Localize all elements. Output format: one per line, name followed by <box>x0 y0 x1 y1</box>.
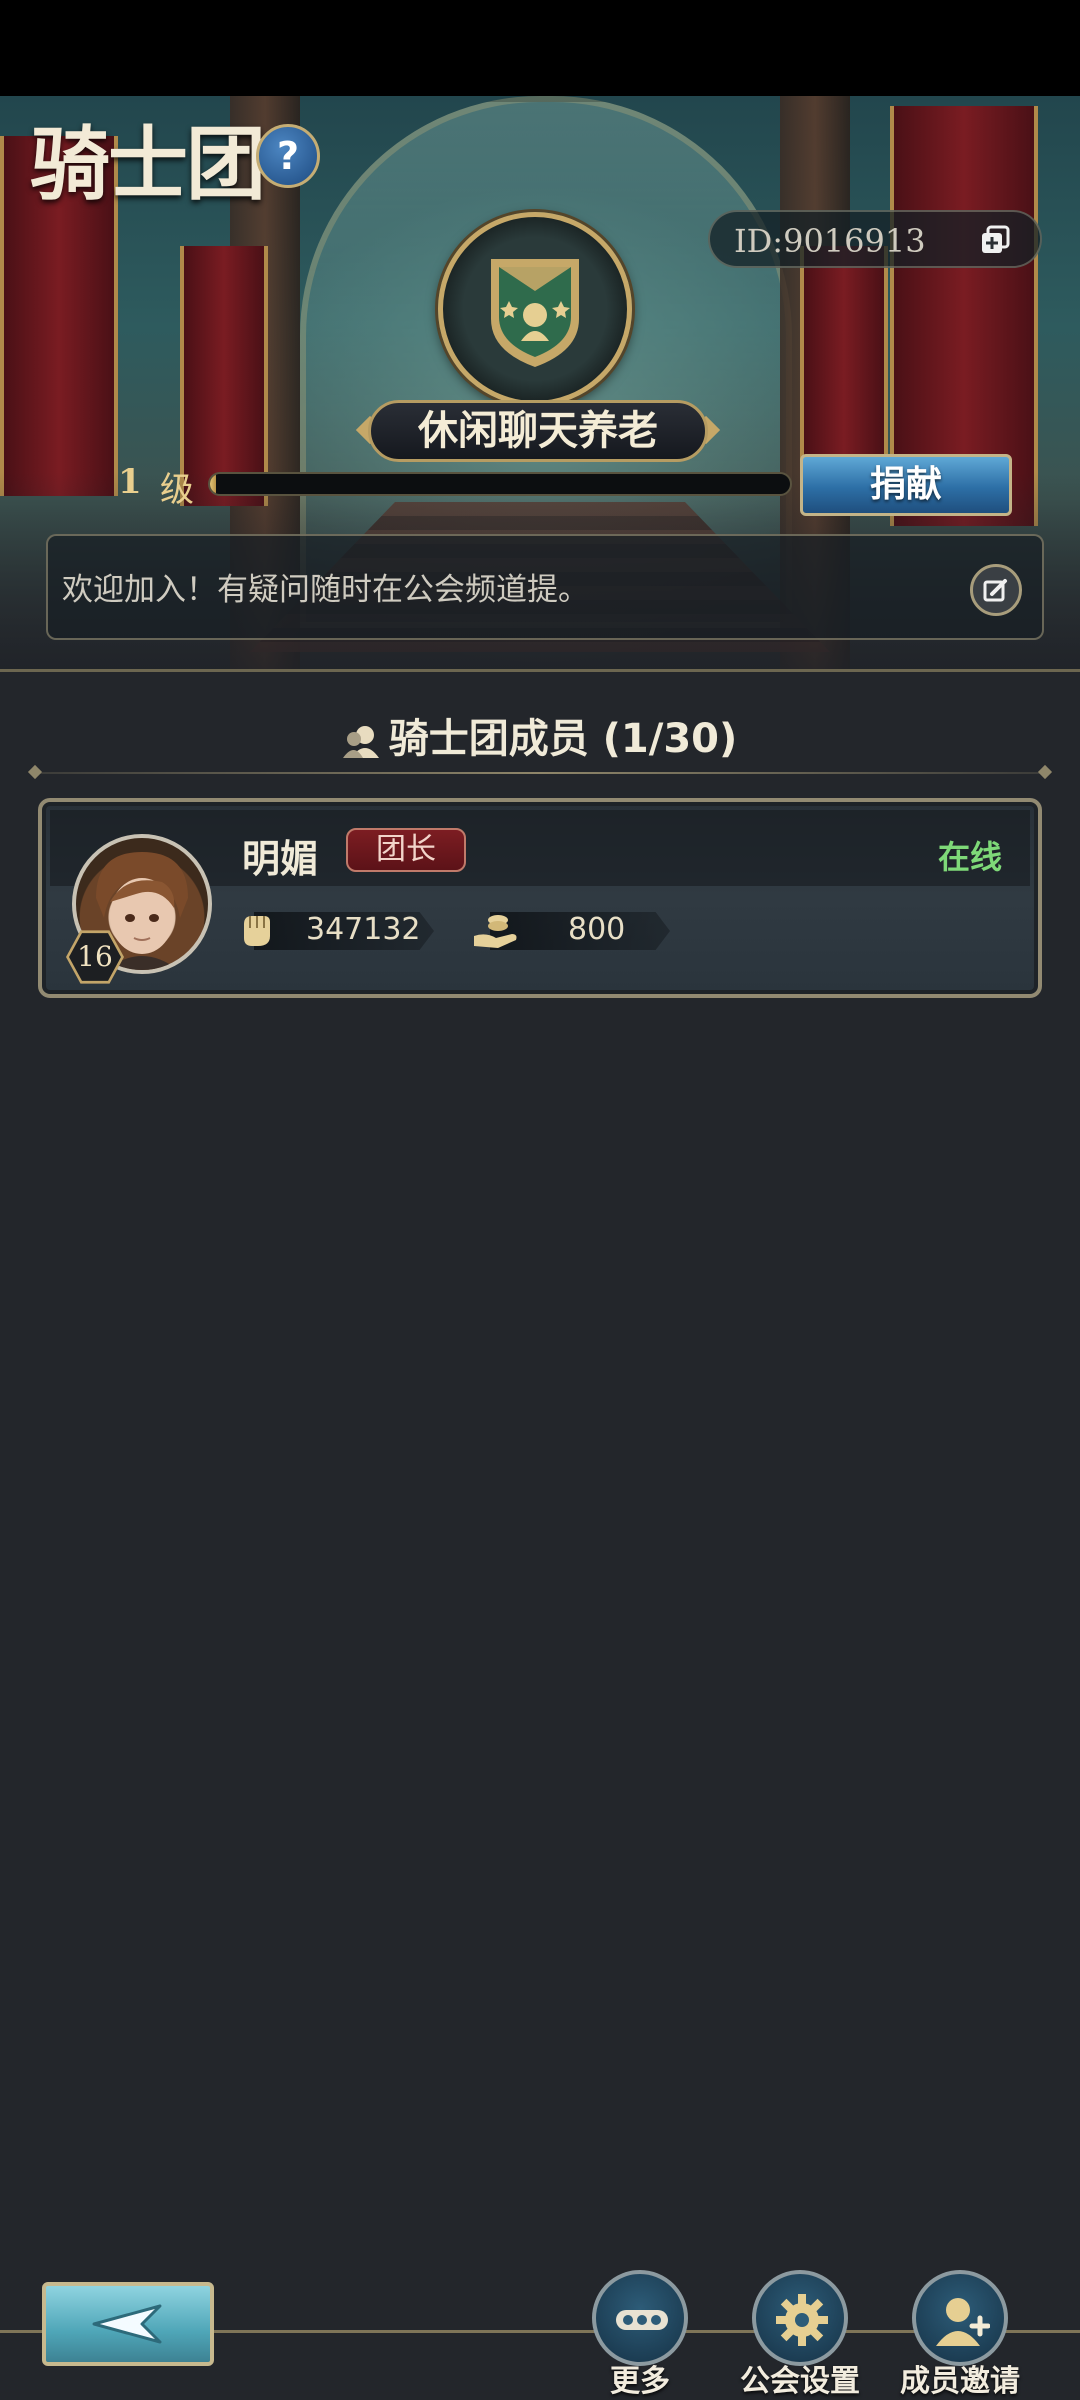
guild-level-number: 1 <box>118 462 142 502</box>
member-name: 明媚 <box>242 837 319 881</box>
member-status: 在线 <box>937 838 1002 876</box>
nav-more-label: 更多 <box>610 2364 670 2399</box>
donate-button[interactable]: 捐献 <box>800 454 1012 516</box>
back-button[interactable] <box>42 2282 214 2366</box>
guild-name: 休闲聊天养老 <box>368 400 708 462</box>
guild-id: ID:9016913 <box>734 222 926 260</box>
member-contribution: 800 <box>568 912 626 947</box>
status-bar <box>0 0 1080 96</box>
section-divider <box>30 772 1050 774</box>
guild-emblem <box>438 212 632 406</box>
nav-invite-member-circle <box>912 2270 1008 2366</box>
edit-announcement-button[interactable] <box>970 564 1022 616</box>
members-section-title: 骑士团成员 (1/30) <box>0 706 1080 764</box>
invite-member-icon <box>936 2298 990 2346</box>
nav-guild-settings-button[interactable]: 公会设置 <box>730 2270 870 2399</box>
member-power-stat: 347132 <box>236 910 436 950</box>
divider-ornament-right <box>1037 764 1053 780</box>
guild-screen: 骑士团 ? ID:9016913 休闲聊天养老 1 级 捐献 欢迎加入！有疑问随… <box>0 0 1080 2400</box>
guild-level-unit: 级 <box>160 470 194 510</box>
role-badge: 团长 <box>346 828 466 872</box>
nav-invite-member-label: 成员邀请 <box>900 2364 1020 2399</box>
coin-hand-icon <box>474 915 517 948</box>
guild-level-progress-fill <box>210 474 216 494</box>
nav-more-circle <box>592 2270 688 2366</box>
guild-id-pill: ID:9016913 <box>708 210 1042 268</box>
banner-border <box>0 669 1080 672</box>
member-power: 347132 <box>306 912 421 947</box>
fist-power-icon <box>244 916 270 946</box>
nav-guild-settings-label: 公会设置 <box>740 2364 860 2399</box>
nav-more-button[interactable]: 更多 <box>570 2270 710 2399</box>
shield-crest-icon <box>491 259 579 367</box>
members-section-label: 骑士团成员 (1/30) <box>388 716 738 762</box>
member-card[interactable]: 16 明媚 团长 在线 347132 800 <box>38 798 1042 998</box>
divider-ornament-left <box>27 764 43 780</box>
more-icon <box>616 2310 668 2330</box>
copy-icon[interactable] <box>980 225 1010 255</box>
nav-guild-settings-circle <box>752 2270 848 2366</box>
guild-level-progress-bar <box>208 472 792 496</box>
page-title: 骑士团 <box>30 117 266 211</box>
announcement-text: 欢迎加入！有疑问随时在公会频道提。 <box>62 572 589 608</box>
nav-invite-member-button[interactable]: 成员邀请 <box>890 2270 1030 2399</box>
member-contribution-stat: 800 <box>472 910 672 950</box>
help-button[interactable]: ? <box>256 124 320 188</box>
gear-icon <box>776 2294 828 2346</box>
back-arrow-icon <box>92 2304 162 2344</box>
edit-icon <box>983 579 1007 602</box>
guild-announcement: 欢迎加入！有疑问随时在公会频道提。 <box>46 534 1044 640</box>
members-icon <box>342 726 379 758</box>
